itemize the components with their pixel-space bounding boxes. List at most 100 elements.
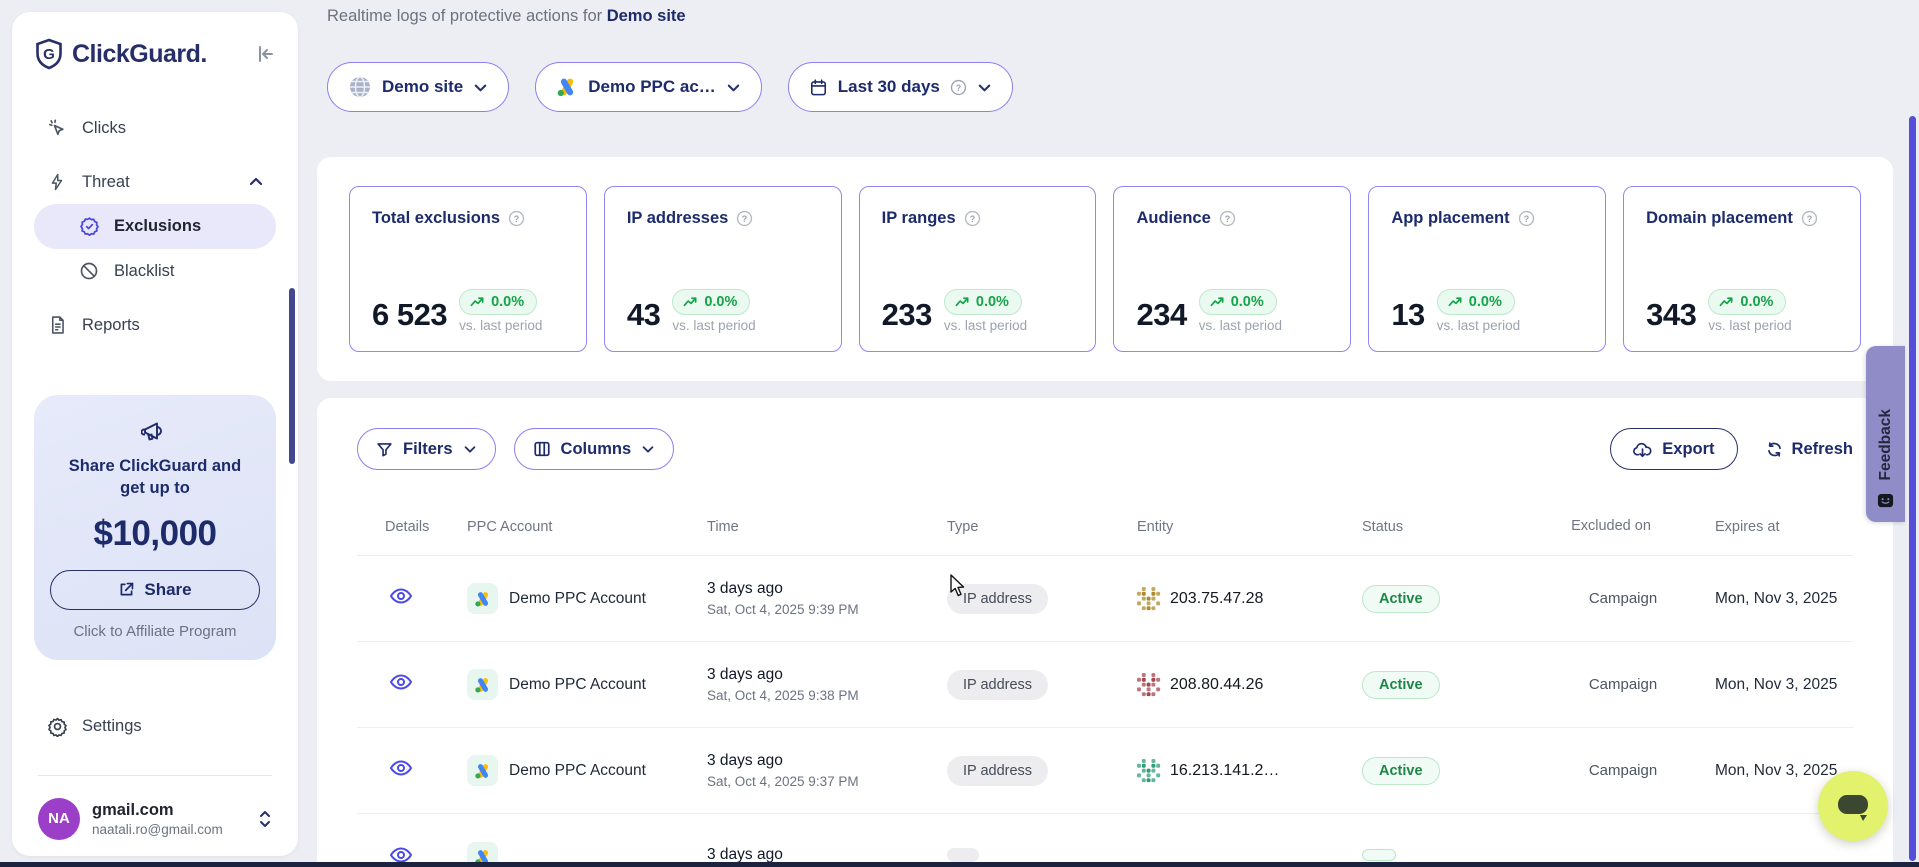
excluded-on-cell: Campaign <box>1567 590 1679 607</box>
promo-text: Share ClickGuard and get up to <box>65 455 245 500</box>
cursor-click-icon <box>46 118 68 138</box>
table-row: Demo PPC Account 3 days ago Sat, Oct 4, … <box>357 728 1853 814</box>
clickguard-logo[interactable]: G ClickGuard. <box>34 38 207 70</box>
ppc-account-selector-dropdown[interactable]: Demo PPC ac… <box>535 62 762 112</box>
stat-delta-value: 0.0% <box>1231 294 1264 310</box>
account-switcher[interactable]: NA gmail.com naatali.ro@gmail.com <box>34 798 276 840</box>
time-relative: 3 days ago <box>707 666 947 684</box>
excluded-on-cell: Campaign <box>1567 762 1679 779</box>
refresh-button[interactable]: Refresh <box>1766 440 1853 459</box>
identicon <box>1137 587 1161 611</box>
help-circle-icon[interactable]: ? <box>736 210 753 227</box>
column-header: Status <box>1362 519 1567 535</box>
date-range-dropdown[interactable]: Last 30 days ? <box>788 62 1013 112</box>
share-button-label: Share <box>144 580 191 600</box>
stat-delta-value: 0.0% <box>1469 294 1502 310</box>
time-absolute: Sat, Oct 4, 2025 9:38 PM <box>707 688 947 703</box>
eye-icon[interactable] <box>389 846 415 864</box>
account-name: gmail.com <box>92 801 223 820</box>
sidebar-menu: Clicks Threat Exclusions Blacklist <box>34 106 276 347</box>
sidebar-item-blacklist[interactable]: Blacklist <box>34 249 276 293</box>
ppc-account-cell: Demo PPC Account <box>467 669 707 700</box>
affiliate-link[interactable]: Click to Affiliate Program <box>50 623 260 640</box>
stat-value: 6 523 <box>372 297 447 333</box>
refresh-icon <box>1766 441 1783 458</box>
entity-value: 208.80.44.26 <box>1170 676 1263 694</box>
page-scrollbar[interactable] <box>1909 116 1916 861</box>
filters-dropdown[interactable]: Filters <box>357 428 496 470</box>
help-circle-icon[interactable]: ? <box>1801 210 1818 227</box>
eye-icon[interactable] <box>389 673 415 691</box>
sidebar-item-label: Threat <box>82 173 130 192</box>
type-badge <box>947 848 979 862</box>
help-circle-icon[interactable]: ? <box>508 210 525 227</box>
entity-value: 16.213.141.2… <box>1170 762 1279 780</box>
bottom-edge-strip <box>0 862 1919 867</box>
stats-panel: Total exclusions ? 6 523 0.0% vs. last p… <box>317 157 1893 381</box>
sidebar-item-settings[interactable]: Settings <box>34 704 276 749</box>
expires-at-cell: Mon, Nov 3, 2025 <box>1679 590 1853 608</box>
feedback-smiley-icon <box>1877 493 1894 510</box>
collapse-sidebar-icon[interactable] <box>256 44 276 64</box>
entity-cell: 203.75.47.28 <box>1137 587 1362 611</box>
type-badge: IP address <box>947 756 1048 786</box>
cloud-download-icon <box>1633 441 1652 458</box>
column-header: Type <box>947 519 1137 535</box>
status-badge: Active <box>1362 757 1440 785</box>
stat-caption: vs. last period <box>459 318 542 333</box>
stat-delta-value: 0.0% <box>976 294 1009 310</box>
stat-label: IP addresses <box>627 209 729 228</box>
sidebar-item-label: Reports <box>82 316 140 335</box>
site-selector-dropdown[interactable]: Demo site <box>327 62 509 112</box>
sidebar-item-label: Blacklist <box>114 262 175 281</box>
column-header: Details <box>357 519 467 535</box>
feedback-tab[interactable]: Feedback <box>1866 346 1905 522</box>
share-button[interactable]: Share <box>50 570 260 610</box>
columns-dropdown[interactable]: Columns <box>514 428 675 470</box>
stat-label: Domain placement <box>1646 209 1793 228</box>
stat-value: 234 <box>1136 297 1186 333</box>
svg-text:?: ? <box>956 82 961 92</box>
sidebar-item-threat[interactable]: Threat <box>34 160 276 204</box>
stat-delta-badge: 0.0% <box>1437 289 1515 315</box>
megaphone-icon <box>50 419 260 445</box>
sidebar-item-reports[interactable]: Reports <box>34 303 276 347</box>
stat-card: Audience ? 234 0.0% vs. last period <box>1113 186 1351 352</box>
time-relative: 3 days ago <box>707 752 947 770</box>
affiliate-promo-card[interactable]: Share ClickGuard and get up to $10,000 S… <box>34 395 276 660</box>
column-header: Time <box>707 519 947 535</box>
stat-label: Total exclusions <box>372 209 500 228</box>
time-absolute: Sat, Oct 4, 2025 9:39 PM <box>707 602 947 617</box>
chat-launcher-button[interactable] <box>1818 771 1888 841</box>
eye-icon[interactable] <box>389 587 415 605</box>
chevron-down-icon <box>473 80 488 95</box>
subtitle-prefix: Realtime logs of protective actions for <box>327 7 607 25</box>
feedback-label: Feedback <box>1877 409 1895 481</box>
help-circle-icon[interactable]: ? <box>1518 210 1535 227</box>
trend-up-icon <box>470 296 485 308</box>
filters-label: Filters <box>403 440 453 459</box>
eye-icon[interactable] <box>389 759 415 777</box>
trend-up-icon <box>1448 296 1463 308</box>
chevron-down-icon <box>641 442 655 456</box>
sidebar-item-clicks[interactable]: Clicks <box>34 106 276 150</box>
identicon <box>1137 759 1161 783</box>
export-button[interactable]: Export <box>1610 428 1737 470</box>
stat-caption: vs. last period <box>1708 318 1791 333</box>
sidebar-scrollbar[interactable] <box>289 288 295 464</box>
up-down-chevrons-icon <box>258 809 272 829</box>
stat-caption: vs. last period <box>1199 318 1282 333</box>
stat-card: App placement ? 13 0.0% vs. last period <box>1368 186 1606 352</box>
sidebar-item-exclusions[interactable]: Exclusions <box>34 204 276 249</box>
svg-text:?: ? <box>514 214 519 224</box>
stat-delta-badge: 0.0% <box>459 289 537 315</box>
help-circle-icon[interactable]: ? <box>964 210 981 227</box>
trend-up-icon <box>683 296 698 308</box>
stat-card: Total exclusions ? 6 523 0.0% vs. last p… <box>349 186 587 352</box>
help-circle-icon[interactable]: ? <box>1219 210 1236 227</box>
identicon <box>1137 673 1161 697</box>
stat-value: 233 <box>882 297 932 333</box>
entity-cell: 208.80.44.26 <box>1137 673 1362 697</box>
top-toolbar: Demo site Demo PPC ac… Last 30 days ? <box>327 62 1857 112</box>
stat-value: 43 <box>627 297 660 333</box>
